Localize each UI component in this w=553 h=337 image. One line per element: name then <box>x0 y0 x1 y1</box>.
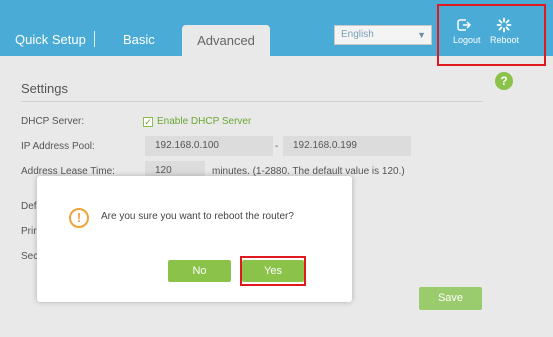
tab-quick-setup[interactable]: Quick Setup <box>15 32 86 47</box>
enable-dhcp-label[interactable]: Enable DHCP Server <box>157 116 251 127</box>
secondary-dns-label: Sec <box>21 251 39 262</box>
language-select-value: English <box>341 29 374 40</box>
ip-pool-label: IP Address Pool: <box>21 141 95 152</box>
default-gateway-label: Def <box>21 201 37 212</box>
section-title: Settings <box>21 81 68 96</box>
section-divider <box>21 101 483 102</box>
dhcp-server-label: DHCP Server: <box>21 116 85 127</box>
primary-dns-label: Prir <box>21 226 37 237</box>
highlight-box-yes <box>240 256 306 286</box>
warning-icon: ! <box>69 208 89 228</box>
ip-pool-end-input[interactable]: 192.168.0.199 <box>283 136 411 156</box>
help-icon[interactable]: ? <box>495 72 513 90</box>
ip-pool-start-input[interactable]: 192.168.0.100 <box>145 136 273 156</box>
chevron-down-icon: ▼ <box>417 30 426 40</box>
enable-dhcp-checkbox[interactable]: ✓ <box>143 117 153 127</box>
save-button[interactable]: Save <box>419 287 482 310</box>
tab-divider <box>94 31 95 47</box>
language-select[interactable]: English ▼ <box>334 25 432 45</box>
ip-pool-dash: - <box>275 141 279 152</box>
dialog-message: Are you sure you want to reboot the rout… <box>101 211 294 222</box>
tab-advanced[interactable]: Advanced <box>182 25 270 56</box>
no-button[interactable]: No <box>168 260 231 282</box>
tab-basic[interactable]: Basic <box>123 32 155 47</box>
highlight-box-logout-reboot <box>437 4 546 66</box>
